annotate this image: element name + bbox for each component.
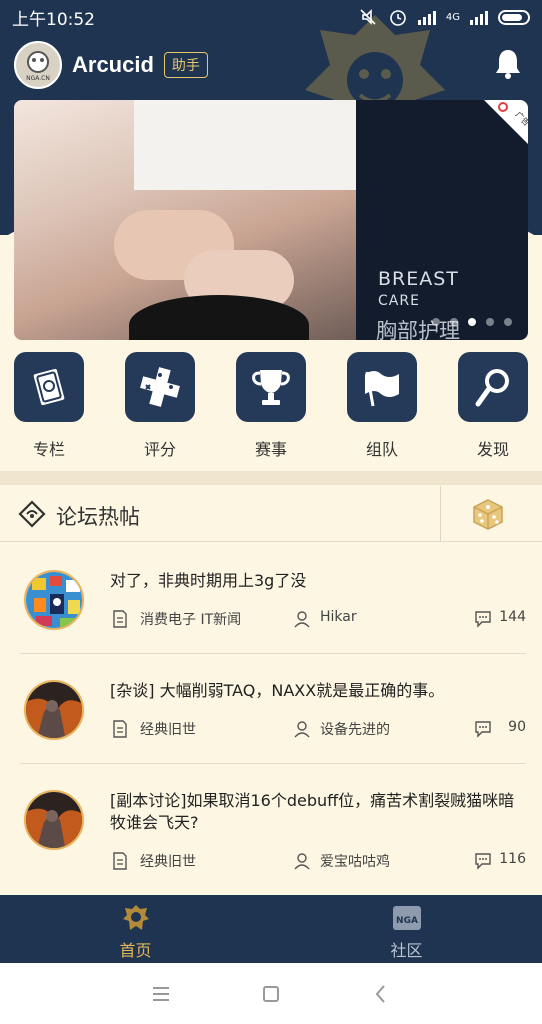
back-arrow-icon[interactable]: [370, 983, 392, 1005]
user-badge: 助手: [163, 52, 208, 78]
banner-subtitle-en: CARE: [378, 293, 420, 309]
system-nav-bar: [0, 963, 542, 1024]
tab-home[interactable]: 首页: [0, 895, 271, 963]
post-meta: 经典旧世 设备先进的 90: [110, 719, 526, 739]
alarm-icon: [390, 10, 406, 26]
signal-icon-2: [470, 9, 488, 25]
post-item[interactable]: [杂谈] 大幅削弱TAQ，NAXX就是最正确的事。 经典旧世 设备先进的 90: [0, 653, 542, 763]
post-meta: 消费电子 IT新闻 Hikar 144: [110, 609, 526, 629]
post-title[interactable]: [杂谈] 大幅削弱TAQ，NAXX就是最正确的事。: [110, 680, 520, 702]
category-rating[interactable]: 评分: [125, 352, 195, 462]
forum-avatar-icon: [26, 572, 82, 628]
post-forum[interactable]: 经典旧世: [140, 719, 196, 739]
user-icon: [294, 611, 310, 628]
user-icon: [294, 721, 310, 738]
forum-icon: [113, 852, 127, 870]
username[interactable]: Arcucid: [72, 52, 154, 78]
discover-button[interactable]: [458, 352, 528, 422]
section-vline: [440, 486, 441, 542]
category-label: 赛事: [254, 440, 287, 459]
card-icon: [31, 366, 67, 408]
ad-banner[interactable]: BREAST CARE 胸部护理 广告: [14, 100, 528, 340]
post-title[interactable]: [副本讨论]如果取消16个debuff位，痛苦术割裂贼猫咪暗牧谁会飞天?: [110, 790, 520, 834]
post-forum[interactable]: 消费电子 IT新闻: [140, 609, 241, 629]
category-column[interactable]: 专栏: [14, 352, 84, 462]
ad-corner-tag: 广告: [484, 100, 528, 144]
gamepad-icon: [140, 367, 180, 407]
post-list: 对了，非典时期用上3g了没 消费电子 IT新闻 Hikar 144 [杂谈] 大…: [0, 543, 542, 883]
post-title[interactable]: 对了，非典时期用上3g了没: [110, 570, 520, 592]
post-item[interactable]: [副本讨论]如果取消16个debuff位，痛苦术割裂贼猫咪暗牧谁会飞天? 经典旧…: [0, 763, 542, 883]
post-meta: 经典旧世 爱宝咕咕鸡 116: [110, 851, 526, 871]
category-label: 评分: [143, 440, 176, 459]
carousel-dots: [432, 318, 512, 326]
signal-icon: [417, 9, 436, 25]
avatar-logo-text: NGA.CN: [26, 75, 50, 82]
category-label: 发现: [476, 440, 509, 459]
comment-icon: [475, 853, 491, 870]
category-team[interactable]: 组队: [347, 352, 417, 462]
post-reply-count: 144: [499, 609, 526, 625]
hot-posts-header: 论坛热帖: [0, 486, 542, 542]
post-reply-count: 116: [499, 851, 526, 867]
post-avatar: [24, 680, 84, 740]
category-discover[interactable]: 发现: [458, 352, 528, 462]
user-icon: [294, 853, 310, 870]
team-button[interactable]: [347, 352, 417, 422]
post-reply-count: 90: [508, 719, 526, 735]
post-avatar: [24, 790, 84, 850]
bottom-nav: 首页 NGA 社区: [0, 895, 542, 963]
mute-icon: [360, 9, 376, 25]
bell-icon[interactable]: [494, 48, 522, 80]
community-nga-icon: NGA: [392, 906, 421, 930]
column-button[interactable]: [14, 352, 84, 422]
tab-label: 社区: [390, 941, 423, 960]
battery-icon: [498, 9, 530, 25]
tab-label: 首页: [119, 941, 152, 960]
user-bar: NGA.CN Arcucid 助手: [14, 40, 208, 90]
home-lion-icon: [122, 905, 149, 930]
category-esports[interactable]: 赛事: [236, 352, 306, 462]
home-square-icon[interactable]: [260, 983, 282, 1005]
community-icon-text: NGA: [396, 916, 418, 926]
trophy-icon: [252, 370, 290, 405]
avatar[interactable]: NGA.CN: [14, 41, 62, 89]
flag-icon: [365, 371, 399, 407]
category-bar: 专栏 评分 赛事 组队 发现: [0, 352, 542, 462]
banner-photo: [14, 100, 356, 340]
post-author[interactable]: 设备先进的: [320, 719, 390, 739]
post-author[interactable]: 爱宝咕咕鸡: [320, 851, 390, 871]
category-label: 专栏: [32, 440, 65, 459]
carousel-dot[interactable]: [504, 318, 512, 326]
comment-icon: [475, 611, 491, 628]
status-bar: 上午10:52 4G: [0, 0, 542, 34]
section-divider: [0, 471, 542, 485]
forum-icon: [113, 720, 127, 738]
rating-button[interactable]: [125, 352, 195, 422]
classic-avatar-icon: [26, 682, 82, 738]
category-label: 组队: [365, 440, 398, 459]
carousel-dot[interactable]: [450, 318, 458, 326]
menu-icon[interactable]: [150, 983, 172, 1005]
esports-button[interactable]: [236, 352, 306, 422]
forum-icon: [113, 610, 127, 628]
section-title: 论坛热帖: [56, 505, 140, 529]
carousel-dot[interactable]: [486, 318, 494, 326]
avatar-logo-icon: NGA.CN: [26, 51, 50, 82]
status-time: 上午10:52: [12, 9, 95, 30]
post-item[interactable]: 对了，非典时期用上3g了没 消费电子 IT新闻 Hikar 144: [0, 543, 542, 653]
classic-avatar-icon: [26, 792, 82, 848]
carousel-dot[interactable]: [468, 318, 476, 326]
carousel-dot[interactable]: [432, 318, 440, 326]
banner-title-en: BREAST: [378, 268, 459, 290]
tab-community[interactable]: NGA 社区: [271, 895, 542, 963]
post-avatar: [24, 570, 84, 630]
network-type: 4G: [445, 11, 460, 23]
post-author[interactable]: Hikar: [320, 609, 357, 625]
dice-icon[interactable]: [472, 498, 504, 530]
post-forum[interactable]: 经典旧世: [140, 851, 196, 871]
comment-icon: [475, 721, 491, 738]
magnifier-icon: [475, 369, 509, 407]
hot-posts-icon: [18, 500, 46, 528]
